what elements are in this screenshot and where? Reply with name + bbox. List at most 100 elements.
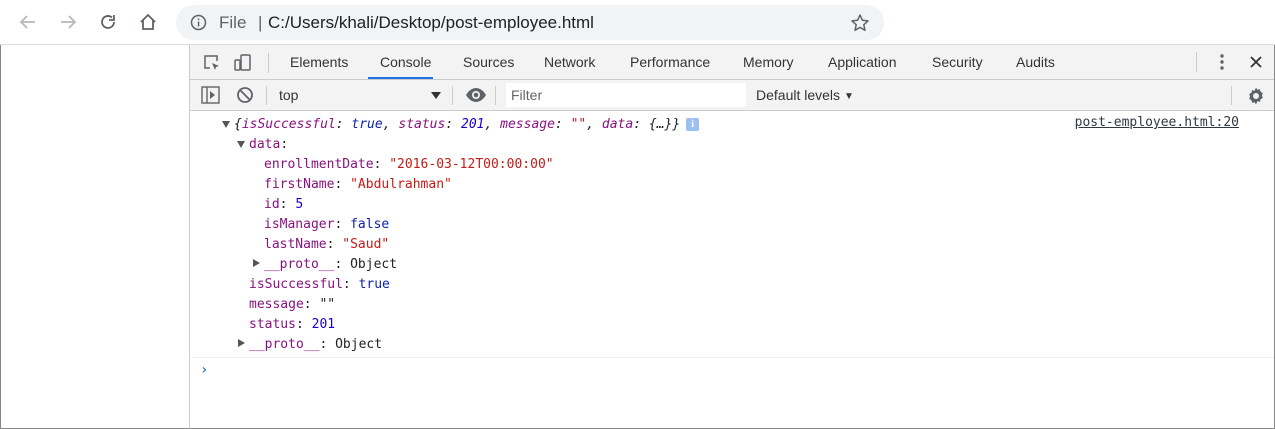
- tab-console[interactable]: Console: [380, 45, 431, 79]
- property-value: true: [358, 277, 390, 292]
- property-value: "": [319, 297, 336, 312]
- property-key: enrollmentDate: [264, 157, 374, 172]
- proto-value: Object: [335, 337, 383, 352]
- star-icon[interactable]: [850, 13, 870, 33]
- expand-toggle-root[interactable]: [222, 121, 230, 128]
- eye-icon[interactable]: [465, 87, 487, 103]
- devtools-tabbar: Elements Console Sources Network Perform…: [190, 45, 1274, 80]
- expand-toggle-data[interactable]: [237, 141, 245, 148]
- inspect-element-icon[interactable]: [202, 53, 222, 73]
- log-levels-dropdown[interactable]: Default levels ▼: [756, 80, 854, 110]
- property-row: isManager: false: [264, 217, 390, 232]
- proto-value: Object: [350, 257, 398, 272]
- brace-open: {: [234, 117, 242, 132]
- summary-key: status: [398, 117, 446, 132]
- info-badge-icon[interactable]: i: [686, 118, 700, 131]
- address-bar[interactable]: File | C:/Users/khali/Desktop/post-emplo…: [176, 5, 884, 40]
- property-key: lastName: [264, 237, 327, 252]
- console-prompt[interactable]: ›: [190, 357, 1274, 382]
- property-value: 5: [295, 197, 304, 212]
- tab-network[interactable]: Network: [544, 45, 595, 79]
- context-value: top: [279, 87, 299, 103]
- url-scheme: File: [219, 13, 247, 32]
- expand-toggle-root-proto[interactable]: [238, 339, 245, 347]
- comma: ,: [382, 117, 399, 132]
- close-icon[interactable]: [1248, 54, 1264, 70]
- clear-console-icon[interactable]: [236, 86, 254, 104]
- property-value: "Saud": [342, 237, 390, 252]
- page-viewport: [0, 45, 190, 429]
- info-icon[interactable]: [190, 14, 207, 31]
- toolbar-divider: [495, 86, 496, 105]
- toolbar-divider: [452, 86, 453, 105]
- colon: :: [335, 117, 352, 132]
- property-key: status: [249, 317, 296, 332]
- console-toolbar: top Default levels▼: [190, 80, 1274, 111]
- tab-audits[interactable]: Audits: [1016, 45, 1055, 79]
- prompt-chevron-icon: ›: [200, 362, 209, 378]
- show-sidebar-icon[interactable]: [201, 86, 220, 104]
- colon: :: [445, 117, 461, 132]
- data-key: data: [249, 137, 281, 152]
- tab-sources[interactable]: Sources: [463, 45, 514, 79]
- chevron-down-icon: ▼: [844, 91, 854, 102]
- filter-input[interactable]: [506, 83, 746, 107]
- property-key: isSuccessful: [249, 277, 343, 292]
- property-row: lastName: "Saud": [264, 237, 390, 252]
- tab-performance[interactable]: Performance: [630, 45, 710, 79]
- tab-elements[interactable]: Elements: [290, 45, 348, 79]
- property-row: enrollmentDate: "2016-03-12T00:00:00": [264, 157, 554, 172]
- summary-key: message: [500, 117, 555, 132]
- reload-button[interactable]: [94, 8, 122, 36]
- data-key-line[interactable]: data:: [249, 135, 288, 155]
- toolbar-divider: [268, 53, 269, 73]
- property-row: isSuccessful: true: [249, 277, 390, 292]
- home-icon: [140, 13, 156, 30]
- object-summary[interactable]: {isSuccessful: true, status: 201, messag…: [234, 115, 700, 135]
- property-row: status: 201: [249, 317, 336, 332]
- comma: ,: [484, 117, 501, 132]
- proto-key: __proto__: [264, 257, 335, 272]
- property-value: "Abdulrahman": [350, 177, 452, 192]
- property-row: firstName: "Abdulrahman": [264, 177, 452, 192]
- expand-toggle-data-proto[interactable]: [253, 259, 260, 267]
- arrow-right-icon: [61, 15, 77, 29]
- tab-security[interactable]: Security: [932, 45, 983, 79]
- arrow-left-icon: [19, 15, 35, 29]
- summary-value: "": [570, 117, 587, 132]
- colon: :: [280, 137, 289, 152]
- summary-value: 201: [461, 117, 485, 132]
- source-link[interactable]: post-employee.html:20: [1075, 115, 1239, 130]
- context-selector[interactable]: top: [279, 80, 439, 110]
- property-key: message: [249, 297, 304, 312]
- proto-key: __proto__: [249, 337, 320, 352]
- property-key: id: [264, 197, 280, 212]
- summary-value: true: [351, 117, 383, 132]
- property-key: isManager: [264, 217, 335, 232]
- back-button[interactable]: [14, 8, 42, 36]
- more-options-icon[interactable]: [1214, 53, 1230, 71]
- property-value: 201: [311, 317, 336, 332]
- property-value: false: [350, 217, 390, 232]
- tab-application[interactable]: Application: [828, 45, 897, 79]
- tab-memory[interactable]: Memory: [743, 45, 794, 79]
- colon: :: [554, 117, 571, 132]
- property-row: id: 5: [264, 197, 304, 212]
- device-toolbar-icon[interactable]: [233, 53, 253, 73]
- property-value: "2016-03-12T00:00:00": [389, 157, 554, 172]
- chevron-down-icon[interactable]: [431, 92, 441, 99]
- proto-row[interactable]: __proto__: Object: [264, 255, 397, 275]
- forward-button[interactable]: [54, 8, 82, 36]
- browser-toolbar: File | C:/Users/khali/Desktop/post-emplo…: [0, 0, 1275, 45]
- brace-close: }: [672, 117, 681, 132]
- active-tab-indicator: [368, 77, 433, 79]
- home-button[interactable]: [134, 8, 162, 36]
- url-separator: |: [258, 13, 263, 32]
- toolbar-divider: [1196, 52, 1197, 72]
- property-row: message: "": [249, 297, 336, 312]
- property-key: firstName: [264, 177, 335, 192]
- gear-icon[interactable]: [1246, 86, 1266, 106]
- summary-key: data: [601, 117, 634, 132]
- proto-row[interactable]: __proto__: Object: [249, 335, 382, 355]
- url-text[interactable]: C:/Users/khali/Desktop/post-employee.htm…: [268, 13, 594, 33]
